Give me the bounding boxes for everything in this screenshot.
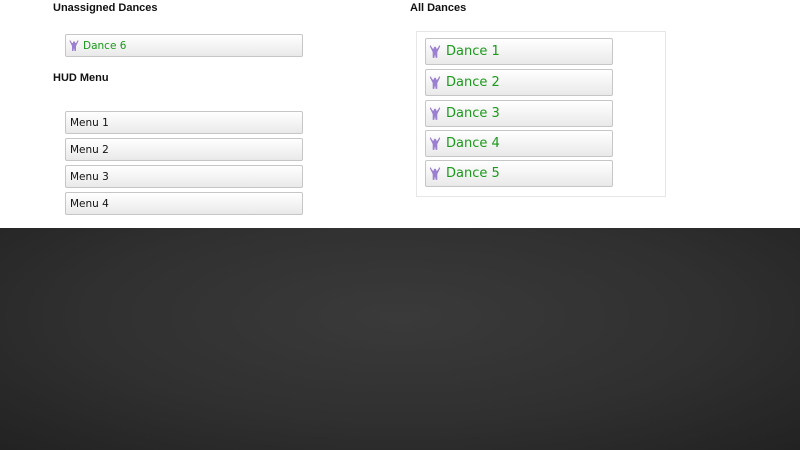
dancer-icon [69, 39, 79, 52]
menu-label: Menu 2 [70, 143, 109, 156]
dancer-icon [429, 44, 441, 59]
menu-label: Menu 4 [70, 197, 109, 210]
dance-button-1[interactable]: Dance 1 [425, 38, 613, 65]
dancer-icon [429, 106, 441, 121]
dance-label: Dance 4 [446, 136, 500, 151]
dark-background-panel [0, 228, 800, 450]
dancer-icon [429, 136, 441, 151]
dance-label: Dance 2 [446, 75, 500, 90]
hud-menu-heading: HUD Menu [53, 72, 109, 84]
dance-label: Dance 3 [446, 106, 500, 121]
dancer-icon [429, 166, 441, 181]
menu-button-3[interactable]: Menu 3 [65, 165, 303, 188]
unassigned-dance-button[interactable]: Dance 6 [65, 34, 303, 57]
dance-button-5[interactable]: Dance 5 [425, 160, 613, 187]
dance-label: Dance 1 [446, 44, 500, 59]
content-panel: Unassigned Dances Dance 6 HUD Menu Menu … [0, 0, 800, 228]
unassigned-dances-heading: Unassigned Dances [53, 2, 158, 14]
dance-button-3[interactable]: Dance 3 [425, 100, 613, 127]
menu-button-4[interactable]: Menu 4 [65, 192, 303, 215]
dance-button-2[interactable]: Dance 2 [425, 69, 613, 96]
menu-label: Menu 3 [70, 170, 109, 183]
menu-button-2[interactable]: Menu 2 [65, 138, 303, 161]
dancer-icon [429, 75, 441, 90]
all-dances-heading: All Dances [410, 2, 467, 14]
menu-label: Menu 1 [70, 116, 109, 129]
menu-button-1[interactable]: Menu 1 [65, 111, 303, 134]
dance-label: Dance 5 [446, 166, 500, 181]
dance-button-4[interactable]: Dance 4 [425, 130, 613, 157]
dance-label: Dance 6 [83, 39, 127, 52]
